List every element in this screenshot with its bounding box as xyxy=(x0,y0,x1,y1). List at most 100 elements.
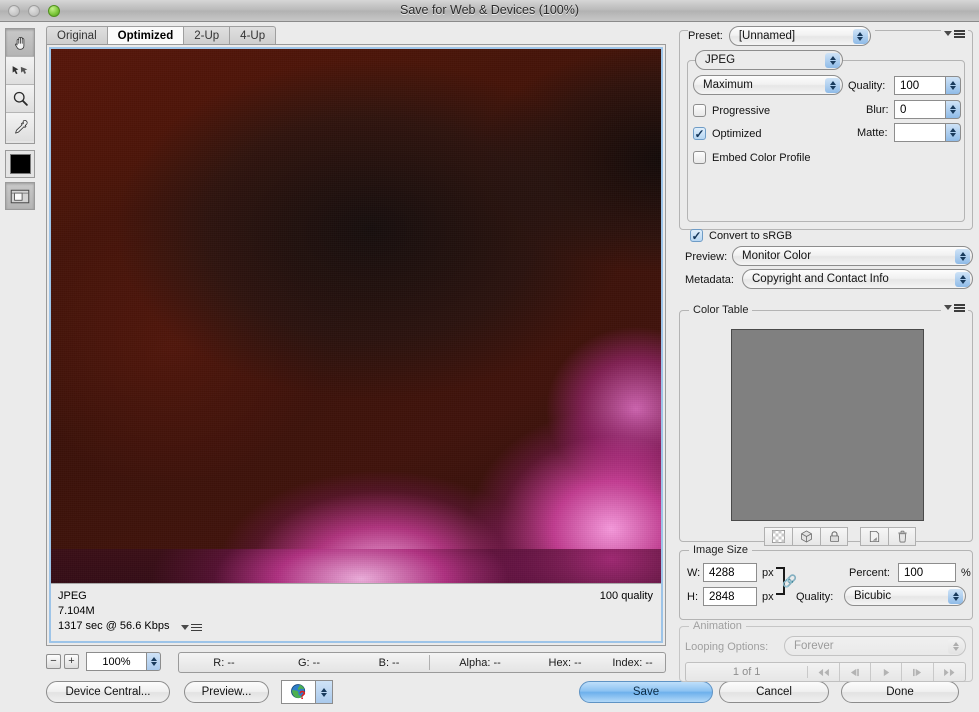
preview-photo xyxy=(51,49,661,579)
status-download-time: 1317 sec @ 56.6 Kbps xyxy=(58,620,170,632)
convert-srgb-row[interactable]: ✓ Convert to sRGB xyxy=(690,229,792,242)
quality-input[interactable]: 100 xyxy=(894,76,946,95)
tool-group xyxy=(5,28,35,144)
device-central-button[interactable]: Device Central... xyxy=(46,681,170,703)
toggle-slices-visibility-button[interactable] xyxy=(5,182,35,210)
window-title: Save for Web & Devices (100%) xyxy=(399,3,579,17)
preview-mode-select[interactable]: Monitor Color xyxy=(732,246,973,266)
resample-quality-arrows[interactable] xyxy=(948,589,963,604)
preview-button[interactable]: Preview... xyxy=(184,681,269,703)
color-readout-bar: R: -- G: -- B: -- Alpha: -- Hex: -- Inde… xyxy=(178,652,666,673)
embed-color-profile-label: Embed Color Profile xyxy=(712,151,811,164)
delete-color-button[interactable] xyxy=(888,527,916,546)
looping-options-select: Forever xyxy=(784,636,966,656)
color-table-panel-menu-icon[interactable] xyxy=(941,304,968,312)
tab-original[interactable]: Original xyxy=(46,26,107,44)
resample-quality-select[interactable]: Bicubic xyxy=(844,586,966,606)
hand-tool[interactable] xyxy=(6,29,34,57)
step-forward-icon xyxy=(913,668,922,676)
compression-quality-arrows[interactable] xyxy=(825,78,840,93)
step-back-icon xyxy=(851,668,860,676)
matte-stepper[interactable] xyxy=(946,123,961,142)
eyedropper-tool[interactable] xyxy=(6,113,34,141)
web-shift-button[interactable] xyxy=(792,527,820,546)
blur-stepper[interactable] xyxy=(946,100,961,119)
blur-label: Blur: xyxy=(866,104,889,116)
tab-2-up[interactable]: 2-Up xyxy=(183,26,230,44)
readout-r: R: -- xyxy=(213,656,235,669)
preset-value: [Unnamed] xyxy=(738,30,796,42)
resample-quality-label: Quality: xyxy=(796,591,834,603)
embed-color-profile-checkbox[interactable] xyxy=(693,151,706,164)
compression-quality-select[interactable]: Maximum xyxy=(693,75,843,95)
tab-optimized[interactable]: Optimized xyxy=(106,26,184,44)
progressive-row[interactable]: Progressive xyxy=(693,104,770,117)
triangle-down-icon xyxy=(180,625,189,630)
animation-frame-bar: 1 of 1 xyxy=(685,662,966,682)
transparency-button[interactable] xyxy=(764,527,792,546)
quality-label: Quality: xyxy=(848,80,886,92)
link-chain-icon[interactable]: 🔗 xyxy=(782,574,797,588)
metadata-select[interactable]: Copyright and Contact Info xyxy=(742,269,973,289)
embed-color-profile-row[interactable]: Embed Color Profile xyxy=(693,151,810,164)
hand-icon xyxy=(14,36,24,50)
color-table-swatch-area[interactable] xyxy=(731,329,924,521)
globe-question-icon xyxy=(290,684,305,700)
magnifier-icon xyxy=(13,91,28,106)
browser-select-stepper[interactable] xyxy=(315,681,332,703)
readout-alpha: Alpha: -- xyxy=(459,656,501,669)
matte-label: Matte: xyxy=(857,127,888,139)
zoom-tool[interactable] xyxy=(6,85,34,113)
height-input[interactable]: 2848 xyxy=(703,587,757,606)
width-unit: px xyxy=(762,567,774,579)
progressive-checkbox[interactable] xyxy=(693,104,706,117)
done-button[interactable]: Done xyxy=(841,681,959,703)
slice-select-tool[interactable] xyxy=(6,57,34,85)
trash-icon xyxy=(897,530,907,543)
next-frame-button xyxy=(902,663,934,681)
optimized-image-preview[interactable]: JPEG 100 quality 7.104M 1317 sec @ 56.6 … xyxy=(49,47,663,643)
play-icon xyxy=(883,668,889,676)
matte-input[interactable] xyxy=(894,123,946,142)
image-size-group: Image Size xyxy=(679,544,973,620)
zoom-level-input[interactable]: 100% xyxy=(86,652,146,671)
zoom-controls: − + 100% xyxy=(46,652,161,671)
status-quality: 100 quality xyxy=(599,590,653,602)
lock-color-button[interactable] xyxy=(820,527,848,546)
triangle-down-icon xyxy=(944,305,952,311)
save-for-web-dialog: Save for Web & Devices (100%) Original O… xyxy=(0,0,979,712)
animation-title: Animation xyxy=(689,620,746,632)
zoom-out-button[interactable]: − xyxy=(46,654,61,669)
new-page-icon xyxy=(869,530,880,543)
blur-input[interactable]: 0 xyxy=(894,100,946,119)
readout-index: Index: -- xyxy=(612,656,653,669)
file-format-arrows[interactable] xyxy=(825,53,840,68)
zoom-level-stepper[interactable] xyxy=(146,652,161,671)
looping-options-label: Looping Options: xyxy=(685,641,769,653)
save-button[interactable]: Save xyxy=(579,681,713,703)
checkerboard-icon xyxy=(772,530,785,543)
preview-browser-select[interactable] xyxy=(281,680,333,704)
foreground-color-swatch[interactable] xyxy=(5,150,35,178)
percent-input[interactable]: 100 xyxy=(898,563,956,582)
optimize-panel-menu-icon[interactable] xyxy=(941,30,968,38)
readout-b: B: -- xyxy=(378,656,400,669)
readout-g: G: -- xyxy=(298,656,320,669)
zoom-in-button[interactable]: + xyxy=(64,654,79,669)
new-color-button[interactable] xyxy=(860,527,888,546)
file-format-select[interactable]: JPEG xyxy=(695,50,843,70)
preview-mode-arrows[interactable] xyxy=(955,249,970,264)
cancel-button[interactable]: Cancel xyxy=(719,681,829,703)
cube-icon xyxy=(801,530,812,543)
optimized-checkbox[interactable]: ✓ xyxy=(693,127,706,140)
optimized-row[interactable]: ✓ Optimized xyxy=(693,127,762,140)
convert-srgb-checkbox[interactable]: ✓ xyxy=(690,229,703,242)
preset-select[interactable]: [Unnamed] xyxy=(728,26,871,46)
tab-4-up[interactable]: 4-Up xyxy=(229,26,277,44)
quality-stepper[interactable] xyxy=(946,76,961,95)
metadata-arrows[interactable] xyxy=(955,272,970,287)
status-panel-menu-icon[interactable] xyxy=(180,623,202,632)
width-input[interactable]: 4288 xyxy=(703,563,757,582)
preset-select-arrows[interactable] xyxy=(852,29,868,44)
last-frame-button xyxy=(934,663,965,681)
